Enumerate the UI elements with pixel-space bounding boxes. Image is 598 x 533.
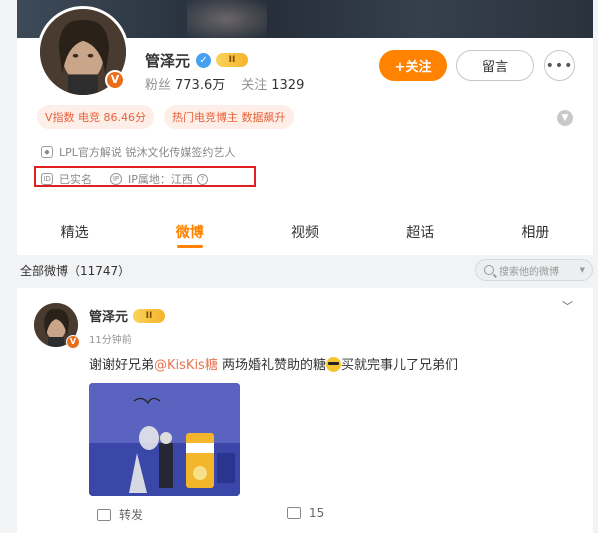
profile-stats: 粉丝 773.6万 关注 1329 [145, 74, 304, 93]
realname-ip-info: ID 已实名 IP IP属地：江西 ? [41, 171, 208, 187]
profile-tabs: 精选 微博 视频 超话 相册 [17, 212, 593, 252]
sunglasses-emoji-icon [325, 357, 341, 372]
verified-icon: ✓ [196, 52, 212, 68]
verification-info: ◆ LPL官方解说 锐沐文化传媒签约艺人 [41, 144, 235, 160]
all-weibo-count[interactable]: 全部微博（11747） [20, 262, 130, 279]
ip-icon: IP [110, 173, 122, 185]
post-image[interactable] [89, 383, 240, 496]
fans-stat[interactable]: 粉丝 773.6万 [145, 74, 225, 93]
shield-icon: ◆ [41, 146, 53, 158]
message-button[interactable]: 留言 [456, 50, 534, 81]
id-card-icon: ID [41, 173, 53, 185]
tab-album[interactable]: 相册 [478, 212, 593, 252]
ip-location: IP属地：江西 [128, 173, 193, 186]
verified-v-badge: V [66, 335, 80, 349]
level-badge: II [133, 308, 166, 323]
profile-name-row: 管泽元 ✓ II [145, 50, 249, 70]
tab-featured[interactable]: 精选 [17, 212, 132, 252]
post-card: V 管泽元 II 11分钟前 ﹀ 谢谢好兄弟@KisKis糖 两场婚礼赞助的糖买… [17, 288, 593, 533]
repost-button[interactable]: 转发 [97, 506, 143, 523]
post-author[interactable]: 管泽元 [89, 306, 128, 325]
weibo-search-input[interactable]: 搜索他的微博 ▼ [475, 259, 593, 281]
post-text: 谢谢好兄弟@KisKis糖 两场婚礼赞助的糖 买就完事儿了兄弟们 [89, 357, 458, 373]
chevron-down-icon[interactable]: ▼ [580, 266, 585, 274]
repost-icon [97, 508, 111, 521]
post-author-row: 管泽元 II [89, 306, 166, 325]
tab-supertopic[interactable]: 超话 [363, 212, 478, 252]
profile-name: 管泽元 [145, 51, 191, 70]
chevron-down-icon[interactable]: ▼ [557, 110, 573, 126]
following-stat[interactable]: 关注 1329 [241, 74, 304, 93]
tab-video[interactable]: 视频 [247, 212, 362, 252]
v-index-tag[interactable]: V指数 电竞 86.46分 [37, 105, 155, 129]
verified-v-badge: V [105, 70, 125, 90]
help-icon[interactable]: ? [196, 173, 208, 185]
follow-button[interactable]: +关注 [379, 50, 447, 81]
more-options-button[interactable]: ••• [544, 50, 575, 81]
level-badge: II [216, 53, 249, 67]
search-icon [484, 265, 494, 275]
mention-link[interactable]: @KisKis糖 [154, 358, 218, 373]
post-time[interactable]: 11分钟前 [89, 331, 132, 346]
profile-card: V 管泽元 ✓ II 粉丝 773.6万 关注 1329 +关注 留言 ••• V指… [17, 0, 593, 255]
tab-weibo[interactable]: 微博 [132, 212, 247, 252]
comment-icon [287, 507, 301, 519]
realname-label: 已实名 [59, 173, 92, 186]
hot-blogger-tag[interactable]: 热门电竞博主 数据飙升 [164, 105, 294, 129]
chevron-down-icon[interactable]: ﹀ [562, 298, 573, 314]
post-actions: 转发 15 [17, 500, 593, 530]
profile-tags: V指数 电竞 86.46分 热门电竞博主 数据飙升 [37, 105, 294, 129]
comment-button[interactable]: 15 [287, 506, 324, 520]
